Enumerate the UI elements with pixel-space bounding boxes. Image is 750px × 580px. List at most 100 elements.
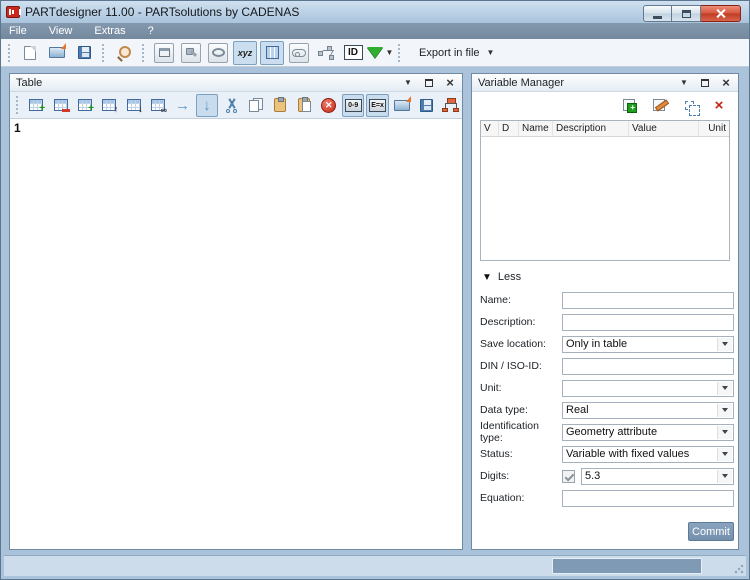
data-type-select[interactable]: Real <box>562 401 734 419</box>
paste-special-icon <box>298 97 312 112</box>
column-header-value[interactable]: Value <box>629 121 699 136</box>
menu-view[interactable]: View <box>49 25 73 37</box>
table-grid-area[interactable]: 1 <box>10 119 462 549</box>
id-button[interactable]: ID <box>341 41 365 65</box>
form-row-save-location: Save location: Only in table <box>472 333 738 355</box>
insert-row-button[interactable]: + <box>74 94 96 117</box>
combo-dropdown-button[interactable] <box>717 447 732 461</box>
column-header-v[interactable]: V <box>481 121 499 136</box>
column-header-d[interactable]: D <box>499 121 519 136</box>
paste-button[interactable] <box>269 94 291 117</box>
variable-list-body[interactable] <box>481 137 729 260</box>
unit-select[interactable] <box>562 379 734 397</box>
panel-menu-button[interactable]: ▼ <box>678 77 690 89</box>
menu-file[interactable]: File <box>9 25 27 37</box>
chevron-down-icon <box>722 430 728 434</box>
table-structure-button[interactable] <box>440 94 462 117</box>
description-field[interactable] <box>562 313 734 331</box>
column-header-name[interactable]: Name <box>519 121 553 136</box>
linked-nodes-icon <box>318 45 334 60</box>
check-button[interactable]: ▼ <box>366 41 393 65</box>
ellipse-sketch-icon <box>211 48 225 57</box>
table-binoculars-icon: ∞ <box>151 99 167 115</box>
status-select[interactable]: Variable with fixed values <box>562 445 734 463</box>
delete-variable-button[interactable]: × <box>710 96 728 114</box>
screw-icon <box>184 46 198 60</box>
identification-type-select[interactable]: Geometry attribute <box>562 423 734 441</box>
paste-special-button[interactable] <box>293 94 315 117</box>
move-row-up-button[interactable]: ↑ <box>98 94 120 117</box>
id-icon: ID <box>343 45 363 60</box>
transfer-down-button[interactable]: ↓ <box>195 93 219 117</box>
edit-variable-button[interactable] <box>650 96 668 114</box>
feature-button[interactable] <box>287 41 311 65</box>
table-down-icon: ↓ <box>126 99 143 114</box>
toolbar-separator <box>142 43 146 62</box>
name-field[interactable] <box>562 291 734 309</box>
digits-select[interactable]: 5.3 <box>581 467 734 485</box>
add-column-button[interactable]: + <box>25 94 47 117</box>
close-icon <box>715 8 726 19</box>
panel-close-button[interactable]: × <box>720 74 732 90</box>
chevron-down-icon <box>722 452 728 456</box>
delete-button[interactable]: ✕ <box>318 94 340 117</box>
panel-maximize-button[interactable] <box>423 77 435 89</box>
table-view-button[interactable] <box>260 40 284 65</box>
column-header-description[interactable]: Description <box>553 121 629 136</box>
cut-button[interactable] <box>220 94 242 117</box>
close-icon: × <box>722 74 730 90</box>
magnifier-icon <box>116 45 132 61</box>
panel-menu-button[interactable]: ▼ <box>402 77 414 89</box>
equation-field[interactable] <box>562 489 734 507</box>
commit-button[interactable]: Commit <box>688 522 734 541</box>
panel-close-button[interactable]: × <box>444 76 456 89</box>
digits-mode-button[interactable]: 0-9 <box>342 93 365 117</box>
edit-pencil-icon <box>653 99 665 111</box>
part-button[interactable] <box>179 41 203 65</box>
column-header-unit[interactable]: Unit <box>699 121 729 136</box>
open-folder-icon <box>49 43 66 58</box>
load-table-button[interactable] <box>391 94 413 117</box>
sketch-button[interactable] <box>206 41 230 65</box>
panel-maximize-button[interactable] <box>699 77 711 89</box>
less-expander[interactable]: ▼ Less <box>482 271 738 283</box>
combo-dropdown-button[interactable] <box>717 403 732 417</box>
combo-dropdown-button[interactable] <box>717 469 732 483</box>
variables-view-button[interactable]: xyz <box>233 40 257 65</box>
open-file-button[interactable] <box>45 41 69 65</box>
save-table-button[interactable] <box>415 94 437 117</box>
transfer-right-button[interactable]: → <box>171 94 193 117</box>
new-file-button[interactable] <box>18 41 42 65</box>
form-row-unit: Unit: <box>472 377 738 399</box>
equation-mode-button[interactable]: E=x <box>366 93 389 117</box>
digits-checkbox[interactable] <box>562 469 575 483</box>
delete-row-button[interactable] <box>49 94 71 117</box>
unit-label: Unit: <box>480 382 502 394</box>
table-search-button[interactable]: ∞ <box>147 94 169 117</box>
combo-dropdown-button[interactable] <box>717 425 732 439</box>
red-x-icon: ✕ <box>321 97 337 113</box>
save-button[interactable] <box>72 41 96 65</box>
copy-variable-button[interactable] <box>680 96 700 116</box>
green-triangle-icon <box>366 47 383 58</box>
new-file-icon <box>24 45 36 60</box>
close-button[interactable] <box>701 5 741 22</box>
add-variable-button[interactable]: + <box>620 96 638 114</box>
combo-dropdown-button[interactable] <box>717 337 732 351</box>
resize-grip[interactable] <box>734 564 744 574</box>
maximize-icon <box>681 9 691 18</box>
zoom-button[interactable] <box>112 41 136 65</box>
menu-extras[interactable]: Extras <box>94 25 125 37</box>
variable-list[interactable]: V D Name Description Value Unit <box>480 120 730 261</box>
dialog-designer-button[interactable] <box>152 41 176 65</box>
move-row-down-button[interactable]: ↓ <box>123 94 145 117</box>
save-location-select[interactable]: Only in table <box>562 335 734 353</box>
din-iso-field[interactable] <box>562 357 734 375</box>
export-in-file-button[interactable]: Export in file ▼ <box>408 41 499 65</box>
assembly-button[interactable] <box>314 41 338 65</box>
copy-button[interactable] <box>244 94 266 117</box>
combo-dropdown-button[interactable] <box>717 381 732 395</box>
minimize-button[interactable] <box>643 5 672 22</box>
menu-help[interactable]: ? <box>148 25 154 37</box>
maximize-button[interactable] <box>672 5 701 22</box>
